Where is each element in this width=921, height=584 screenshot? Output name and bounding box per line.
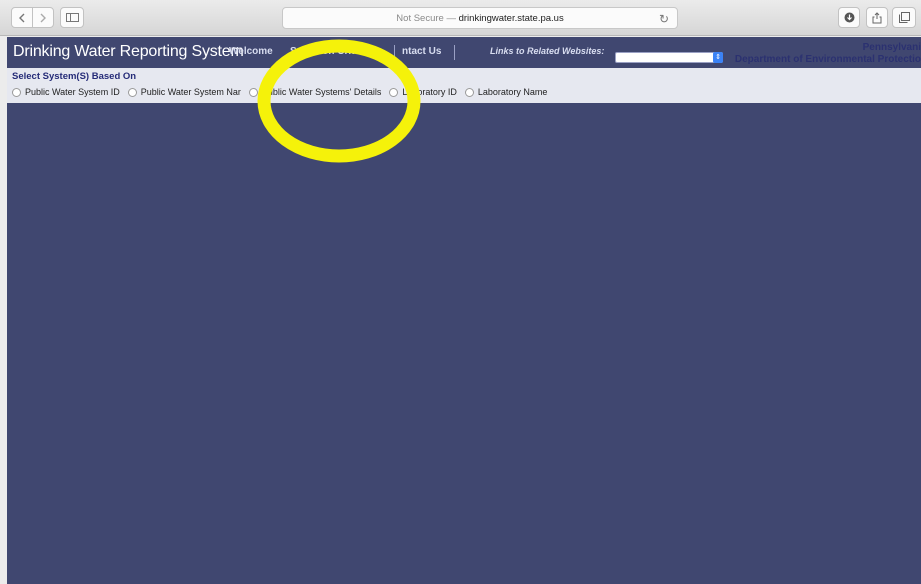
radio-option-pws-name[interactable]: Public Water System Nar — [127, 87, 241, 97]
site-title: Drinking Water Reporting System — [13, 43, 244, 60]
related-websites-select[interactable]: ⇕ — [615, 52, 723, 63]
radio-option-lab-name[interactable]: Laboratory Name — [464, 87, 548, 97]
browser-toolbar: Not Secure — drinkingwater.state.pa.us ↻ — [0, 0, 921, 36]
radio-button[interactable] — [12, 87, 21, 97]
radio-button[interactable] — [127, 87, 137, 97]
sidebar-icon — [65, 13, 79, 22]
radio-label: Public Water System ID — [25, 87, 120, 97]
selection-criteria-panel: Select System(S) Based On Public Water S… — [7, 68, 921, 103]
radio-button[interactable] — [464, 87, 474, 97]
address-bar[interactable]: Not Secure — drinkingwater.state.pa.us ↻ — [282, 7, 678, 29]
sidebar-button[interactable] — [60, 7, 84, 28]
security-label: Not Secure — — [396, 12, 456, 24]
tab-overview-button[interactable] — [892, 7, 916, 28]
chevron-right-icon — [40, 13, 46, 22]
radio-label: Public Water System Nar — [140, 87, 241, 97]
criteria-heading: Select System(S) Based On — [12, 71, 137, 82]
chevron-left-icon — [19, 13, 25, 22]
related-websites-label: Links to Related Websites: — [490, 46, 605, 56]
agency-state: Pennsylvani — [862, 42, 921, 53]
reload-icon[interactable]: ↻ — [659, 12, 669, 26]
tabs-icon — [898, 12, 910, 23]
radio-label: Laboratory Name — [477, 87, 548, 97]
agency-department: Department of Environmental Protectio — [734, 54, 921, 65]
agency-name: Pennsylvani Department of Environmental … — [734, 42, 921, 65]
share-button[interactable] — [866, 7, 888, 28]
nav-divider — [454, 45, 455, 60]
url-domain: drinkingwater.state.pa.us — [458, 12, 564, 24]
select-arrow-icon: ⇕ — [713, 52, 723, 63]
site-header: Drinking Water Reporting System Welcome … — [7, 37, 921, 65]
download-icon — [844, 12, 854, 23]
radio-option-pws-id[interactable]: Public Water System ID — [12, 87, 120, 97]
web-page: Drinking Water Reporting System Welcome … — [7, 37, 921, 584]
downloads-button[interactable] — [838, 7, 860, 28]
share-icon — [872, 11, 882, 23]
back-button[interactable] — [11, 7, 33, 28]
yellow-highlight-circle — [257, 39, 421, 163]
forward-button[interactable] — [32, 7, 54, 28]
